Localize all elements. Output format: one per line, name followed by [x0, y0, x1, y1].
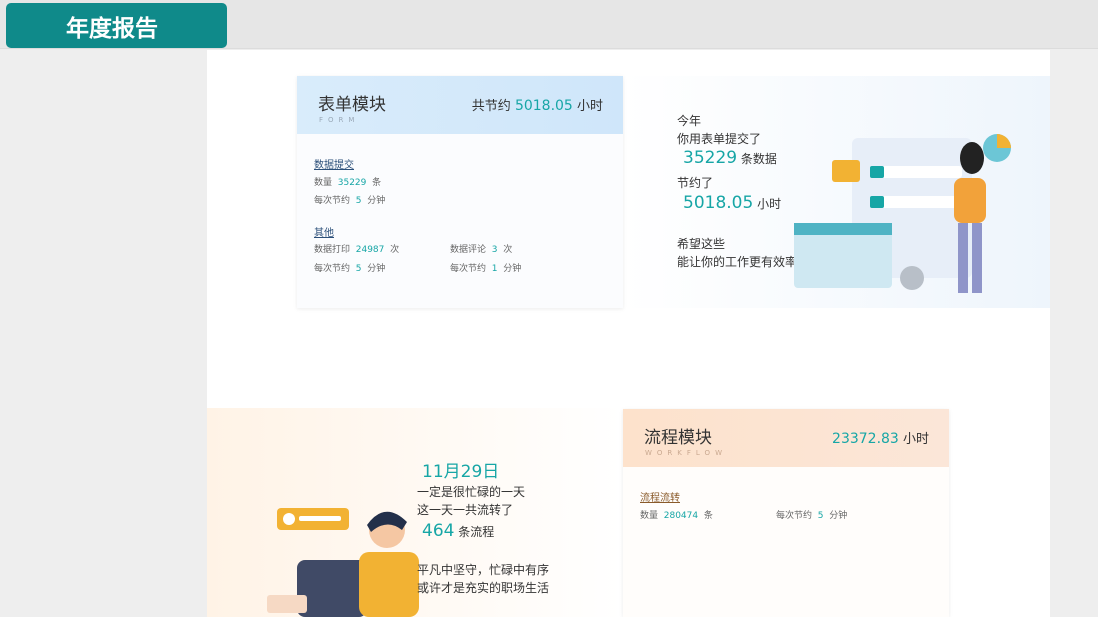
- form-card-title: 表单模块: [318, 95, 386, 115]
- page-title: 年度报告: [6, 3, 227, 48]
- top-bar: 年度报告: [0, 0, 1098, 49]
- form-summary-line5: 能让你的工作更有效率: [677, 255, 798, 269]
- submit-save-row: 每次节约 5 分钟: [314, 196, 386, 206]
- form-summary-hours: 5018.05 小时: [683, 193, 782, 213]
- submit-section-title: 数据提交: [314, 160, 354, 171]
- form-summary-line1: 今年: [677, 114, 702, 128]
- form-total-prefix: 共节约: [471, 99, 511, 114]
- workflow-module-card: 流程模块 WORKFLOW 23372.83 小时 流程流转 数量 280474…: [623, 409, 949, 617]
- form-summary-line4: 希望这些: [677, 237, 726, 251]
- form-card-total: 共节约 5018.05 小时: [472, 95, 603, 114]
- workflow-card-total: 23372.83 小时: [832, 431, 929, 447]
- comment-count-row: 数据评论 3 次: [450, 245, 513, 255]
- other-section-title: 其他: [314, 228, 334, 239]
- comment-save-row: 每次节约 1 分钟: [450, 264, 522, 274]
- workflow-summary-line1: 一定是很忙碌的一天: [417, 485, 526, 499]
- workflow-summary-line4: 或许才是充实的职场生活: [417, 581, 550, 595]
- form-total-unit: 小时: [576, 99, 603, 114]
- workflow-count-row: 数量 280474 条: [640, 511, 713, 521]
- report-page: 表单模块 FORM 共节约 5018.05 小时 数据提交 数量 35229 条…: [207, 50, 1050, 617]
- workflow-section-title: 流程流转: [640, 493, 680, 504]
- workflow-summary-count: 464 条流程: [422, 521, 495, 541]
- form-card-header: 表单模块 FORM 共节约 5018.05 小时: [297, 76, 623, 134]
- workflow-card-header: 流程模块 WORKFLOW 23372.83 小时: [623, 409, 949, 467]
- workflow-save-row: 每次节约 5 分钟: [776, 511, 848, 521]
- form-summary-line3: 节约了: [677, 176, 714, 190]
- workflow-summary-date: 11月29日: [422, 462, 500, 482]
- form-summary-line2: 你用表单提交了: [677, 132, 762, 146]
- office-woman-illustration: [794, 134, 1011, 293]
- form-module-card: 表单模块 FORM 共节约 5018.05 小时 数据提交 数量 35229 条…: [297, 76, 623, 308]
- form-card-subtitle: FORM: [319, 116, 360, 124]
- workflow-card-subtitle: WORKFLOW: [645, 449, 727, 457]
- form-summary-count: 35229 条数据: [683, 148, 777, 168]
- workflow-card-title: 流程模块: [644, 428, 712, 448]
- submit-count-row: 数量 35229 条: [314, 178, 382, 188]
- workflow-summary-line2: 这一天一共流转了: [417, 503, 514, 517]
- workflow-summary-line3: 平凡中坚守，忙碌中有序: [417, 563, 550, 577]
- print-save-row: 每次节约 5 分钟: [314, 264, 386, 274]
- print-count-row: 数据打印 24987 次: [314, 245, 400, 255]
- form-total-value: 5018.05: [514, 98, 573, 114]
